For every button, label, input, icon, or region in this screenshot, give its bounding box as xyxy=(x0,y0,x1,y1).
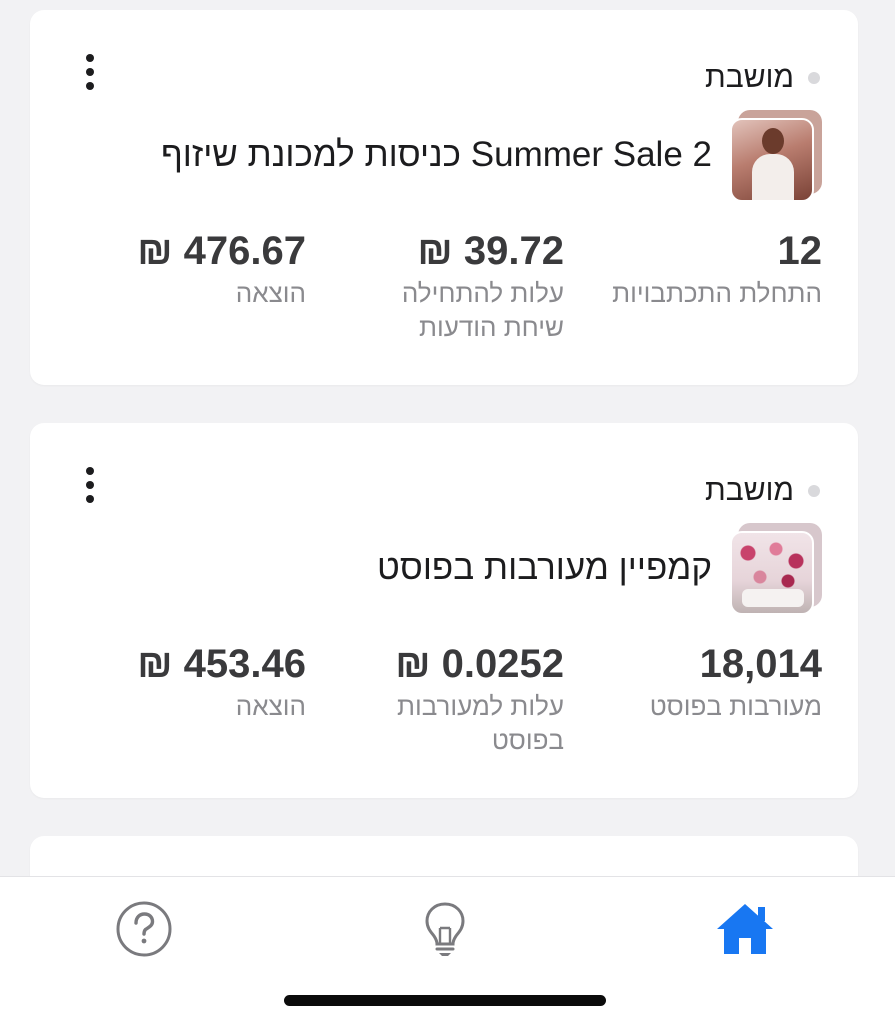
metric-value: 453.46 ₪ xyxy=(137,642,306,686)
tab-help[interactable] xyxy=(112,897,176,961)
metric-value: 12 xyxy=(777,229,823,273)
metric-label: התחלת התכתבויות xyxy=(612,278,822,308)
metric-label: עלות למעורבות בפוסט xyxy=(397,691,564,755)
home-icon xyxy=(717,904,773,954)
campaign-status: מושבת xyxy=(705,473,820,509)
bottom-tab-bar xyxy=(0,876,895,1025)
campaign-title[interactable]: קמפיין מעורבות בפוסט xyxy=(377,547,712,589)
metric-value: 476.67 ₪ xyxy=(137,229,306,273)
status-dot xyxy=(808,72,820,84)
metric-results: 12 התחלת התכתבויות xyxy=(582,228,822,310)
status-label: מושבת xyxy=(705,474,794,507)
metric-spend: 453.46 ₪ הוצאה xyxy=(106,641,306,723)
more-options-icon[interactable] xyxy=(78,465,102,505)
lightbulb-icon xyxy=(425,902,465,956)
tab-home[interactable] xyxy=(713,897,777,961)
tab-tips[interactable] xyxy=(413,897,477,961)
campaign-thumbnail xyxy=(730,110,822,202)
more-options-icon[interactable] xyxy=(78,52,102,92)
campaign-card[interactable]: מושבת Summer Sale 2 כניסות למכונת שיזוף … xyxy=(30,10,858,385)
metric-label: עלות להתחילה שיחת הודעות xyxy=(401,278,564,342)
metric-value: 18,014 xyxy=(699,642,822,686)
home-indicator xyxy=(284,995,606,1006)
campaign-thumbnail xyxy=(730,523,822,615)
metric-cost-per-result: 0.0252 ₪ עלות למעורבות בפוסט xyxy=(364,641,564,757)
campaign-card[interactable]: מושבת קמפיין מעורבות בפוסט 18,014 מעורבו… xyxy=(30,423,858,798)
metric-label: הוצאה xyxy=(235,278,306,308)
status-label: מושבת xyxy=(705,61,794,94)
help-circle-icon xyxy=(116,901,172,957)
metric-value: 0.0252 ₪ xyxy=(395,642,564,686)
metric-results: 18,014 מעורבות בפוסט xyxy=(582,641,822,723)
metric-label: מעורבות בפוסט xyxy=(649,691,822,721)
campaign-status: מושבת xyxy=(705,60,820,96)
metric-value: 39.72 ₪ xyxy=(417,229,564,273)
metric-spend: 476.67 ₪ הוצאה xyxy=(106,228,306,310)
metric-label: הוצאה xyxy=(235,691,306,721)
campaign-title[interactable]: Summer Sale 2 כניסות למכונת שיזוף xyxy=(161,134,712,176)
metric-cost-per-result: 39.72 ₪ עלות להתחילה שיחת הודעות xyxy=(364,228,564,344)
status-dot xyxy=(808,485,820,497)
